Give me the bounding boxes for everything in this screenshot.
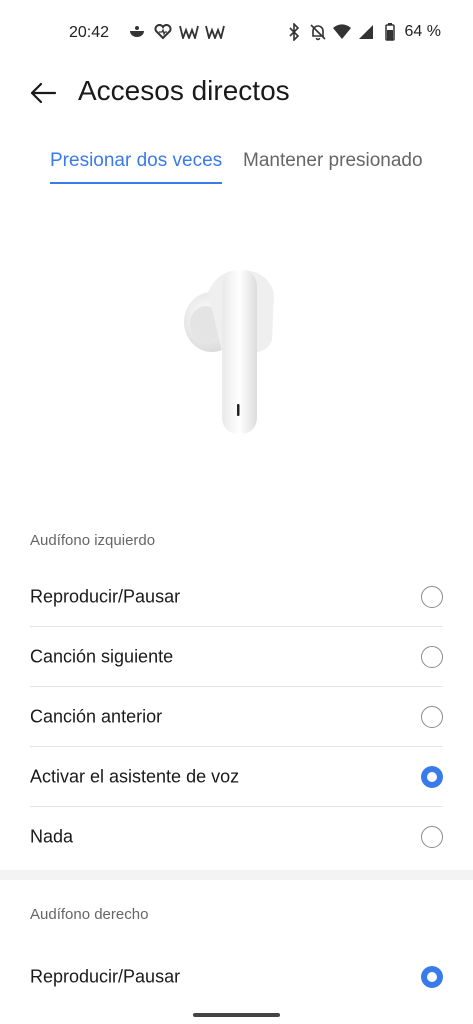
option-previous-song-left[interactable]: Canción anterior [0,687,473,747]
status-bar: 20:42 64 % [0,0,473,66]
option-label: Reproducir/Pausar [30,966,181,987]
battery-percent: 64 % [404,23,441,40]
tab-double-press[interactable]: Presionar dos veces [50,150,223,184]
left-options-list: Reproducir/Pausar Canción siguiente Canc… [0,567,473,867]
option-next-song-left[interactable]: Canción siguiente [0,627,473,687]
tab-long-press[interactable]: Mantener presionado [243,150,423,172]
tab-indicator [50,182,223,184]
radio-button-selected[interactable] [421,966,443,988]
option-play-pause-right[interactable]: Reproducir/Pausar [0,947,473,1007]
system-icons: 64 % [285,22,441,42]
radio-button[interactable] [421,586,443,608]
section-separator [0,870,473,880]
status-time: 20:42 [69,24,110,41]
option-label: Reproducir/Pausar [30,586,181,607]
cellular-signal-icon [357,22,375,42]
option-label: Activar el asistente de voz [30,766,240,787]
radio-button[interactable] [421,826,443,848]
section-title-left: Audífono izquierdo [30,532,156,549]
page-title: Accesos directos [78,75,290,106]
radio-button[interactable] [421,706,443,728]
option-label: Canción siguiente [30,646,174,667]
bowl-icon [127,22,147,42]
back-button[interactable] [26,76,60,110]
section-title-right: Audífono derecho [30,906,149,923]
notification-icons [127,22,225,42]
battery-icon [381,22,399,42]
earbud-image [178,262,298,442]
bell-off-icon [309,22,327,42]
app-bar: Accesos directos [0,66,473,122]
wwe-icon [205,22,225,42]
home-indicator[interactable] [193,1013,280,1017]
bluetooth-icon [285,22,303,42]
wwe-icon [179,22,199,42]
arrow-left-icon [30,82,57,104]
option-label: Canción anterior [30,706,163,727]
option-play-pause-left[interactable]: Reproducir/Pausar [0,567,473,627]
tab-bar: Presionar dos veces Mantener presionado [0,150,473,190]
tab-label: Presionar dos veces [50,150,223,171]
radio-button[interactable] [421,646,443,668]
option-nothing-left[interactable]: Nada [0,807,473,867]
right-options-list: Reproducir/Pausar [0,947,473,1007]
heart-monitor-icon [153,22,173,42]
tab-label: Mantener presionado [243,150,423,171]
radio-button-selected[interactable] [421,766,443,788]
option-voice-assistant-left[interactable]: Activar el asistente de voz [0,747,473,807]
wifi-icon [332,22,351,42]
option-label: Nada [30,826,74,847]
